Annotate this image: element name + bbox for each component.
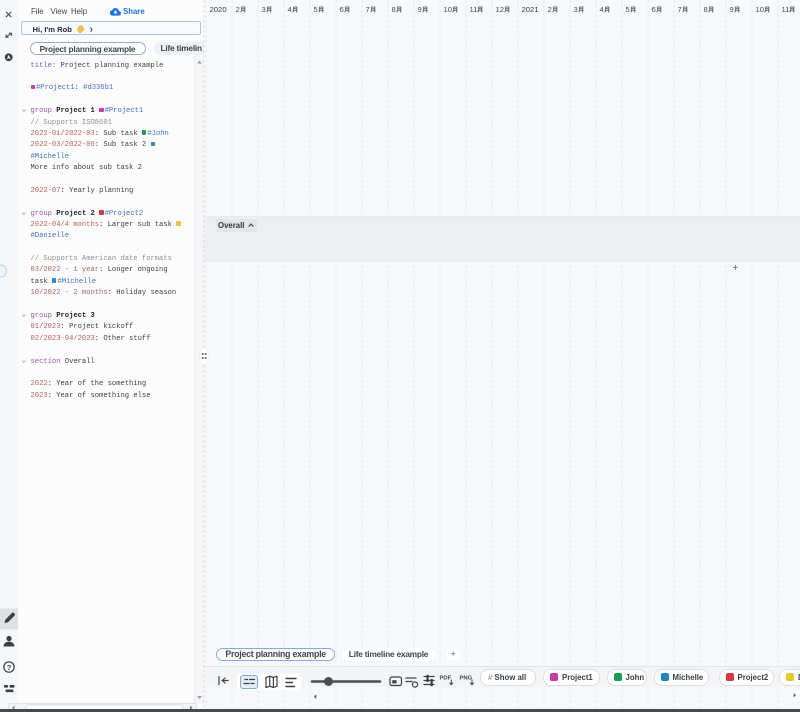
svg-text:PDF: PDF	[439, 675, 451, 681]
svg-text:PNG: PNG	[459, 675, 472, 681]
svg-text:?: ?	[7, 663, 12, 672]
